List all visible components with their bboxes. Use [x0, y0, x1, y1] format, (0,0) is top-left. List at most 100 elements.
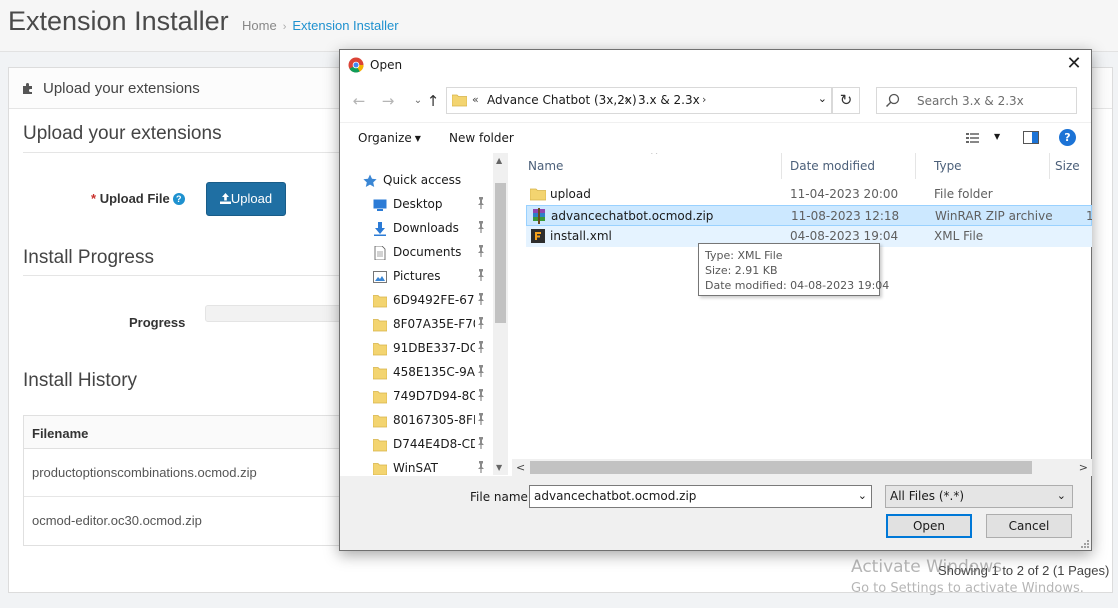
sidebar-item-91dbe337-dc44[interactable]: 91DBE337-DC44 [340, 337, 490, 361]
column-header-type[interactable]: Type [918, 153, 1050, 179]
resize-grip-icon[interactable] [1079, 538, 1089, 548]
breadcrumb-current-link[interactable]: Extension Installer [292, 18, 398, 33]
chevron-right-icon[interactable]: › [624, 93, 628, 106]
pin-icon [478, 413, 484, 425]
column-header-size[interactable]: Size [1039, 153, 1092, 179]
organize-label: Organize [358, 131, 412, 145]
organize-button[interactable]: Organize ▼ [358, 131, 421, 145]
close-button[interactable]: ✕ [1057, 50, 1091, 78]
page-header: Extension Installer Home › Extension Insta… [0, 0, 1118, 52]
chevron-right-icon[interactable]: › [702, 93, 706, 106]
upload-button[interactable]: Upload [206, 182, 286, 216]
tooltip-size: Size: 2.91 KB [705, 264, 778, 277]
upload-file-label: * Upload File? [91, 191, 185, 206]
sidebar-item-8f07a35e-f700[interactable]: 8F07A35E-F700- [340, 313, 490, 337]
scroll-left-icon[interactable]: < [516, 461, 525, 474]
file-type-select[interactable]: All Files (*.*) ⌄ [885, 485, 1073, 508]
refresh-button[interactable]: ↻ [832, 87, 860, 114]
search-input[interactable]: Search 3.x & 2.3x [876, 87, 1077, 114]
history-column-filename: Filename [24, 416, 343, 449]
scroll-right-icon[interactable]: > [1079, 461, 1088, 474]
file-type-value: All Files (*.*) [890, 489, 965, 503]
chevron-down-icon[interactable]: ⌄ [858, 489, 867, 502]
folder-icon [373, 415, 387, 428]
documents-icon [374, 246, 386, 260]
nav-scrollbar[interactable]: ▲ ▼ [493, 153, 508, 475]
file-name-input[interactable]: advancechatbot.ocmod.zip ⌄ [529, 485, 872, 508]
folder-icon [373, 319, 387, 332]
file-row-upload[interactable]: upload 11-04-2023 20:00 File folder [526, 184, 1092, 205]
sidebar-item-label: 458E135C-9AE4 [393, 365, 475, 379]
file-size: 1 [1086, 209, 1092, 223]
new-folder-button[interactable]: New folder [449, 131, 514, 145]
up-arrow-icon[interactable]: ↑ [422, 90, 444, 112]
file-date: 11-08-2023 12:18 [791, 209, 900, 223]
star-icon [363, 174, 377, 187]
breadcrumb-home-link[interactable]: Home [242, 18, 277, 33]
preview-pane-icon[interactable] [1023, 131, 1039, 144]
dialog-footer: File name: advancechatbot.ocmod.zip ⌄ Al… [340, 476, 1091, 550]
watermark-subtitle: Go to Settings to activate Windows. [851, 581, 1084, 596]
file-name-value: advancechatbot.ocmod.zip [534, 489, 697, 503]
sidebar-item-label: D744E4D8-CD1E [393, 437, 475, 451]
forward-arrow-icon[interactable]: → [377, 90, 399, 112]
chrome-icon [348, 57, 364, 73]
address-segment[interactable]: Advance Chatbot (3x,2x) [487, 93, 637, 107]
file-type: XML File [934, 229, 984, 243]
sidebar-item-quick-access[interactable]: Quick access [340, 169, 480, 193]
sidebar-item-749d7d94-8cc6[interactable]: 749D7D94-8CC6 [340, 385, 490, 409]
sidebar-item-documents[interactable]: Documents [340, 241, 490, 265]
sidebar-item-d744e4d8-cd1e[interactable]: D744E4D8-CD1E [340, 433, 490, 457]
cancel-button[interactable]: Cancel [986, 514, 1072, 538]
folder-icon [373, 343, 387, 356]
sidebar-item-80167305-8fe5[interactable]: 80167305-8FE5- [340, 409, 490, 433]
section-title-upload: Upload your extensions [23, 123, 222, 144]
column-header-name[interactable]: ^ Name [512, 153, 782, 179]
open-file-dialog: Open ✕ ← → ⌄ ↑ « Advance Chatbot (3x,2x)… [339, 49, 1092, 551]
open-button[interactable]: Open [886, 514, 972, 538]
address-bar[interactable]: « Advance Chatbot (3x,2x) › 3.x & 2.3x ›… [446, 87, 832, 114]
scrollbar-thumb[interactable] [530, 461, 1032, 474]
sidebar-item-label: Quick access [383, 173, 462, 187]
sidebar-item-6d9492fe-6772[interactable]: 6D9492FE-6772- [340, 289, 490, 313]
dialog-titlebar[interactable]: Open ✕ [340, 50, 1091, 80]
back-arrow-icon[interactable]: ← [348, 90, 370, 112]
chevron-down-icon[interactable]: ⌄ [818, 92, 827, 105]
address-overflow[interactable]: « [472, 93, 479, 106]
help-circle-icon[interactable]: ? [172, 193, 185, 205]
scroll-down-icon[interactable]: ▼ [496, 463, 502, 472]
file-tooltip: Type: XML File Size: 2.91 KB Date modifi… [698, 243, 890, 296]
upload-icon [219, 193, 231, 204]
table-row: ocmod-editor.oc30.ocmod.zip [32, 513, 202, 528]
sidebar-item-458e135c-9ae4[interactable]: 458E135C-9AE4 [340, 361, 490, 385]
download-icon [374, 222, 386, 236]
caret-down-icon[interactable]: ▼ [994, 132, 1000, 141]
table-row: productoptionscombinations.ocmod.zip [24, 449, 343, 497]
sidebar-item-label: 749D7D94-8CC6 [393, 389, 475, 403]
sidebar-item-desktop[interactable]: Desktop [340, 193, 490, 217]
sidebar-item-downloads[interactable]: Downloads [340, 217, 490, 241]
file-row-advancechatbot[interactable]: advancechatbot.ocmod.zip 11-08-2023 12:1… [526, 205, 1092, 226]
address-segment[interactable]: 3.x & 2.3x [638, 93, 700, 107]
file-name: install.xml [550, 229, 612, 243]
sidebar-item-pictures[interactable]: Pictures [340, 265, 490, 289]
tooltip-type: Type: XML File [705, 249, 783, 262]
scrollbar-thumb[interactable] [495, 183, 506, 323]
xml-file-icon [531, 229, 545, 243]
sidebar-item-winsat[interactable]: WinSAT [340, 457, 490, 475]
caret-down-icon: ▼ [414, 134, 421, 143]
progress-label: Progress [129, 315, 186, 330]
scroll-up-icon[interactable]: ▲ [496, 156, 502, 165]
sidebar-item-label: 91DBE337-DC44 [393, 341, 475, 355]
breadcrumb: Home › Extension Installer [242, 18, 399, 33]
help-button[interactable]: ? [1059, 129, 1076, 146]
folder-icon [373, 367, 387, 380]
file-list-hscrollbar[interactable]: < > [512, 459, 1092, 476]
column-header-date[interactable]: Date modified [774, 153, 916, 179]
breadcrumb-separator: › [282, 21, 287, 33]
view-details-icon[interactable] [966, 132, 986, 144]
sort-ascending-icon: ^ [650, 153, 659, 161]
file-type: WinRAR ZIP archive [935, 209, 1053, 223]
pin-icon [478, 197, 484, 209]
tooltip-date: Date modified: 04-08-2023 19:04 [705, 279, 890, 292]
